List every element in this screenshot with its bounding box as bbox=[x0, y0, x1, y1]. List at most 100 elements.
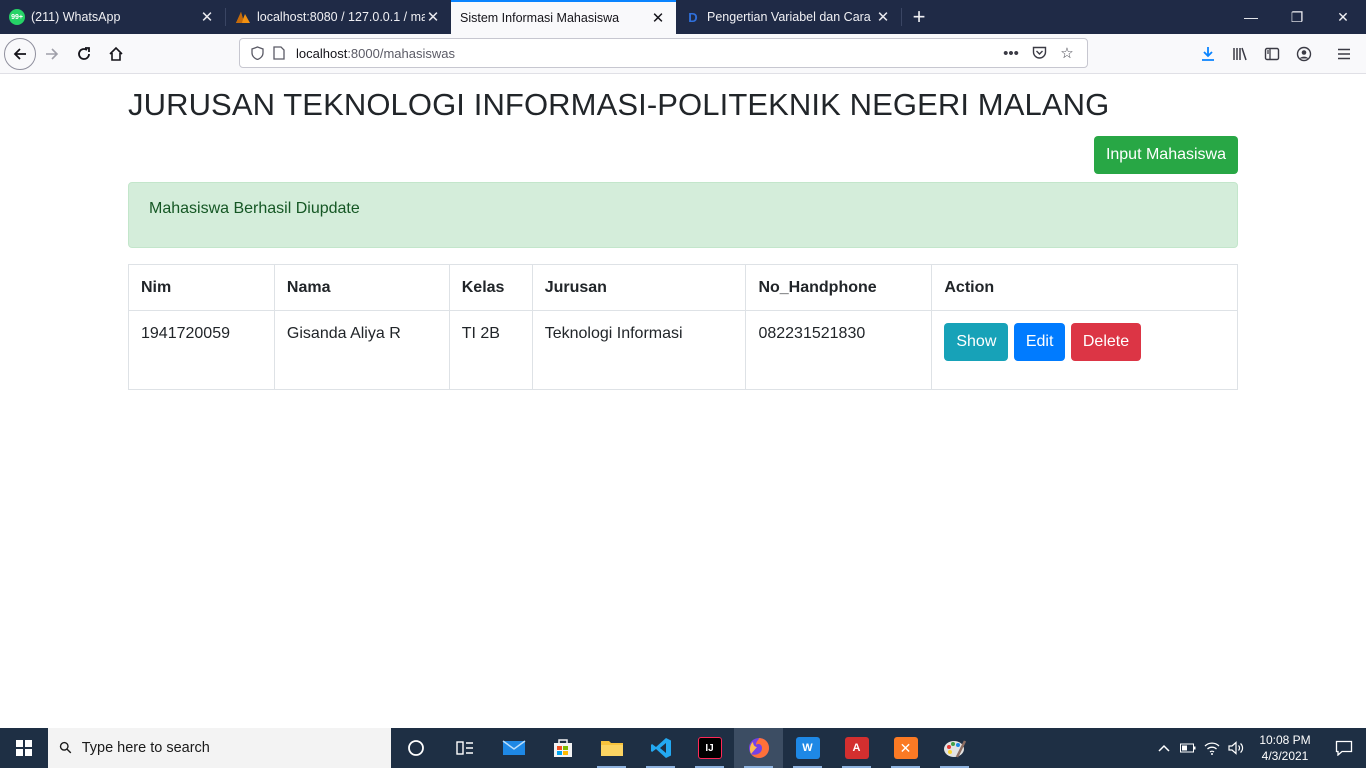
pocket-icon[interactable] bbox=[1025, 46, 1053, 60]
url-path: :8000/mahasiswas bbox=[347, 45, 455, 61]
home-button[interactable] bbox=[100, 38, 132, 70]
header-kelas: Kelas bbox=[448, 264, 533, 311]
cell-nama: Gisanda Aliya R bbox=[273, 310, 450, 390]
tab-title: Sistem Informasi Mahasiswa bbox=[460, 11, 620, 25]
close-window-icon[interactable]: ✕ bbox=[1320, 0, 1366, 34]
input-mahasiswa-button[interactable]: Input Mahasiswa bbox=[1093, 136, 1238, 174]
header-jurusan: Jurusan bbox=[531, 264, 747, 311]
tab-title: Pengertian Variabel dan Cara Pe bbox=[707, 10, 875, 24]
search-icon: ⚲ bbox=[56, 738, 77, 759]
more-icon[interactable]: ••• bbox=[997, 45, 1025, 62]
toolbar-right bbox=[1192, 34, 1366, 74]
system-tray: 10:08 PM 4/3/2021 bbox=[1152, 728, 1366, 768]
xampp-logo: ✕ bbox=[893, 737, 918, 759]
taskbar-apps: IJ W A ✕ bbox=[391, 728, 979, 768]
sidebar-icon[interactable] bbox=[1256, 38, 1288, 70]
browser-tab-bar: 99+ (211) WhatsApp ✕ localhost:8080 / 12… bbox=[0, 0, 1366, 34]
header-no-handphone: No_Handphone bbox=[745, 264, 933, 311]
alert-message: Mahasiswa Berhasil Diupdate bbox=[149, 200, 360, 217]
file-explorer-icon[interactable] bbox=[587, 728, 636, 768]
clock[interactable]: 10:08 PM 4/3/2021 bbox=[1248, 732, 1322, 764]
menu-icon[interactable] bbox=[1328, 38, 1360, 70]
table-header-row: Nim Nama Kelas Jurusan No_Handphone Acti… bbox=[128, 264, 1238, 311]
task-view-icon[interactable] bbox=[440, 728, 489, 768]
window-controls: — ❐ ✕ bbox=[1228, 0, 1366, 34]
header-nim: Nim bbox=[128, 264, 275, 311]
tab-title: localhost:8080 / 127.0.0.1 / mah bbox=[257, 10, 425, 24]
new-tab-button[interactable]: + bbox=[902, 0, 936, 34]
dicoding-icon: D bbox=[688, 9, 698, 25]
vscode-icon[interactable] bbox=[636, 728, 685, 768]
cell-kelas: TI 2B bbox=[448, 310, 533, 390]
tab-dicoding[interactable]: D Pengertian Variabel dan Cara Pe ✕ bbox=[676, 0, 901, 34]
search-placeholder: Type here to search bbox=[81, 740, 210, 756]
close-icon[interactable]: ✕ bbox=[650, 10, 666, 27]
battery-icon[interactable] bbox=[1176, 743, 1200, 753]
cortana-icon[interactable] bbox=[391, 728, 440, 768]
url-bar[interactable]: localhost:8000/mahasiswas ••• ☆ bbox=[239, 38, 1088, 68]
close-icon[interactable]: ✕ bbox=[199, 9, 215, 26]
tab-title: (211) WhatsApp bbox=[31, 10, 121, 24]
table-row: 1941720059 Gisanda Aliya R TI 2B Teknolo… bbox=[128, 310, 1238, 390]
wps-writer-icon[interactable]: W bbox=[783, 728, 832, 768]
phpmyadmin-icon bbox=[235, 9, 251, 25]
tab-phpmyadmin[interactable]: localhost:8080 / 127.0.0.1 / mah ✕ bbox=[226, 0, 451, 34]
delete-button[interactable]: Delete bbox=[1070, 323, 1142, 361]
clock-time: 10:08 PM bbox=[1259, 733, 1311, 747]
navigation-toolbar: localhost:8000/mahasiswas ••• ☆ bbox=[0, 34, 1366, 74]
header-action: Action bbox=[931, 264, 1238, 311]
mail-icon[interactable] bbox=[489, 728, 538, 768]
page-container: JURUSAN TEKNOLOGI INFORMASI-POLITEKNIK N… bbox=[128, 74, 1238, 390]
paint-icon[interactable] bbox=[930, 728, 979, 768]
acrobat-icon[interactable]: A bbox=[832, 728, 881, 768]
acrobat-logo: A bbox=[844, 737, 869, 759]
close-icon[interactable]: ✕ bbox=[425, 9, 441, 26]
account-icon[interactable] bbox=[1288, 38, 1320, 70]
xampp-icon[interactable]: ✕ bbox=[881, 728, 930, 768]
success-alert: Mahasiswa Berhasil Diupdate bbox=[128, 182, 1238, 248]
volume-icon[interactable] bbox=[1224, 741, 1248, 755]
back-button[interactable] bbox=[4, 37, 36, 70]
url-host: localhost bbox=[296, 45, 348, 61]
library-icon[interactable] bbox=[1224, 38, 1256, 70]
page-title: JURUSAN TEKNOLOGI INFORMASI-POLITEKNIK N… bbox=[128, 87, 1110, 122]
windows-logo-icon bbox=[16, 740, 32, 756]
show-button[interactable]: Show bbox=[944, 323, 1009, 361]
home-icon bbox=[109, 46, 123, 61]
store-icon[interactable] bbox=[538, 728, 587, 768]
clock-date: 4/3/2021 bbox=[1261, 749, 1309, 763]
minimize-icon[interactable]: — bbox=[1228, 0, 1274, 34]
wps-logo: W bbox=[795, 737, 820, 759]
start-button[interactable] bbox=[0, 728, 48, 768]
firefox-icon[interactable] bbox=[734, 728, 783, 768]
taskbar-search[interactable]: ⚲ Type here to search bbox=[48, 728, 391, 768]
tab-whatsapp[interactable]: 99+ (211) WhatsApp ✕ bbox=[0, 0, 225, 34]
cell-action: Show Edit Delete bbox=[931, 310, 1238, 390]
tab-sistem-informasi[interactable]: Sistem Informasi Mahasiswa ✕ bbox=[451, 0, 676, 34]
wifi-icon[interactable] bbox=[1200, 741, 1224, 755]
arrow-right-icon bbox=[46, 47, 59, 60]
reload-button[interactable] bbox=[68, 38, 100, 70]
url-text[interactable]: localhost:8000/mahasiswas bbox=[296, 46, 997, 61]
download-icon[interactable] bbox=[1192, 38, 1224, 70]
whatsapp-icon: 99+ bbox=[9, 9, 25, 25]
intellij-logo: IJ bbox=[697, 737, 722, 759]
mahasiswa-table: Nim Nama Kelas Jurusan No_Handphone Acti… bbox=[128, 264, 1238, 390]
intellij-icon[interactable]: IJ bbox=[685, 728, 734, 768]
forward-button[interactable] bbox=[36, 38, 68, 70]
reload-icon bbox=[78, 46, 90, 60]
notification-icon[interactable] bbox=[1322, 740, 1366, 756]
header-nama: Nama bbox=[273, 264, 450, 311]
input-row: Input Mahasiswa bbox=[1093, 136, 1238, 174]
shield-icon[interactable] bbox=[246, 46, 268, 60]
arrow-left-icon bbox=[13, 47, 26, 60]
chevron-up-icon[interactable] bbox=[1152, 744, 1176, 752]
close-icon[interactable]: ✕ bbox=[875, 9, 891, 26]
edit-button[interactable]: Edit bbox=[1013, 323, 1066, 361]
cell-jurusan: Teknologi Informasi bbox=[531, 310, 747, 390]
cell-nim: 1941720059 bbox=[128, 310, 275, 390]
restore-icon[interactable]: ❐ bbox=[1274, 0, 1320, 34]
star-icon[interactable]: ☆ bbox=[1053, 44, 1081, 62]
windows-taskbar: ⚲ Type here to search IJ W A ✕ 10:08 PM … bbox=[0, 728, 1366, 768]
page-icon[interactable] bbox=[268, 46, 290, 60]
